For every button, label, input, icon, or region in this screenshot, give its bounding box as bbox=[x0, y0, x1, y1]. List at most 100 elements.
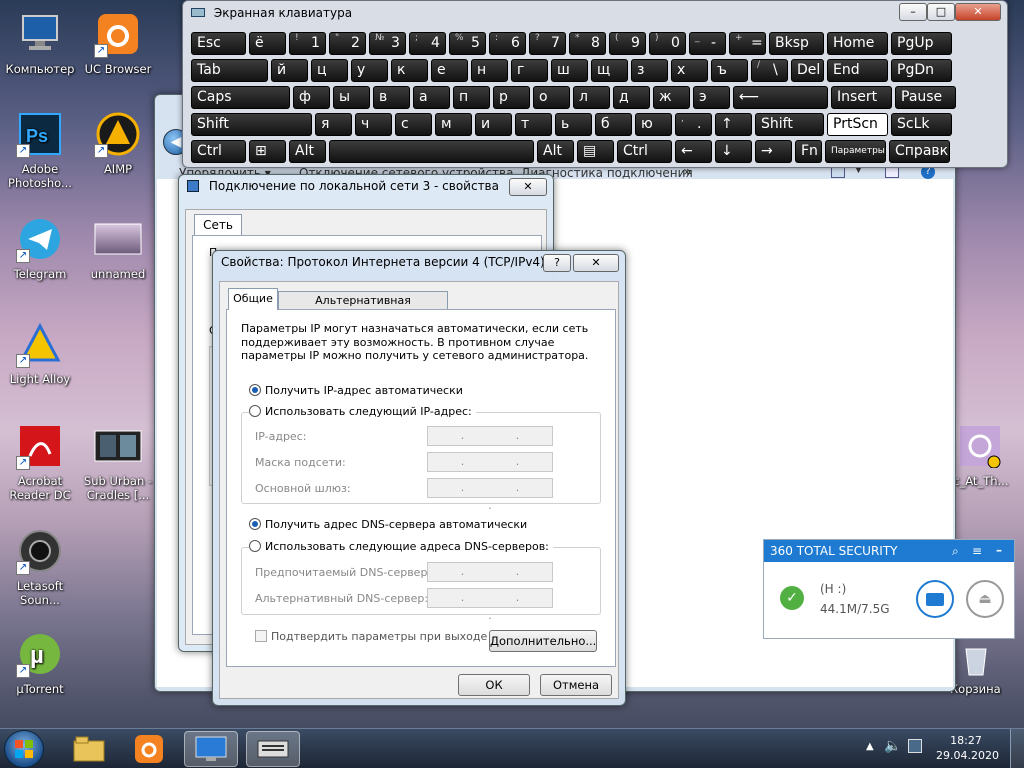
volume-icon[interactable]: 🔈 bbox=[884, 738, 901, 754]
key-→[interactable]: → bbox=[755, 140, 792, 163]
ok-button[interactable]: ОК bbox=[458, 674, 530, 696]
key-PgUp[interactable]: PgUp bbox=[891, 32, 952, 55]
key-ё[interactable]: ё bbox=[249, 32, 286, 55]
key-д[interactable]: д bbox=[613, 86, 650, 109]
key-ь[interactable]: ь bbox=[555, 113, 592, 136]
key-Del[interactable]: Del bbox=[791, 59, 824, 82]
key-space[interactable] bbox=[329, 140, 534, 163]
key-Alt[interactable]: Alt bbox=[537, 140, 574, 163]
help-button[interactable]: ? bbox=[543, 254, 571, 272]
key-Справка[interactable]: Справка bbox=[889, 140, 950, 163]
desktop-icon-unnamed[interactable]: unnamed bbox=[78, 215, 158, 281]
key-Ctrl[interactable]: Ctrl bbox=[191, 140, 246, 163]
key-▤[interactable]: ▤ bbox=[577, 140, 614, 163]
key-Bksp[interactable]: Bksp bbox=[769, 32, 824, 55]
desktop-icon-utorrent[interactable]: µ ↗ µTorrent bbox=[0, 630, 80, 696]
close-button[interactable]: ✕ bbox=[509, 178, 547, 196]
key-Home[interactable]: Home bbox=[827, 32, 888, 55]
key-9[interactable]: (9 bbox=[609, 32, 646, 55]
key-5[interactable]: % 5 bbox=[449, 32, 486, 55]
key-0[interactable]: ) 0 bbox=[649, 32, 686, 55]
key-\[interactable]: / \ bbox=[751, 59, 788, 82]
key-↑[interactable]: ↑ bbox=[715, 113, 752, 136]
key-ю[interactable]: ю bbox=[635, 113, 672, 136]
key-т[interactable]: т bbox=[515, 113, 552, 136]
key-б[interactable]: б bbox=[595, 113, 632, 136]
key-8[interactable]: * 8 bbox=[569, 32, 606, 55]
key-м[interactable]: м bbox=[435, 113, 472, 136]
network-tray-icon[interactable] bbox=[908, 739, 922, 753]
key-1[interactable]: ! 1 bbox=[289, 32, 326, 55]
tab-general[interactable]: Общие bbox=[228, 288, 278, 310]
taskbar-explorer[interactable] bbox=[62, 731, 116, 767]
key-↓[interactable]: ↓ bbox=[715, 140, 752, 163]
key-3[interactable]: № 3 bbox=[369, 32, 406, 55]
key-Shift[interactable]: Shift bbox=[755, 113, 824, 136]
advanced-button[interactable]: Дополнительно... bbox=[489, 630, 597, 652]
desktop-icon-music-file[interactable]: ic_At_Th... bbox=[950, 422, 1024, 488]
eject-button[interactable]: ⏏ bbox=[966, 580, 1004, 618]
manual-dns-radio[interactable]: Использовать следующие адреса DNS-сервер… bbox=[249, 540, 553, 553]
key-⊞[interactable]: ⊞ bbox=[249, 140, 286, 163]
key--[interactable]: _ - bbox=[689, 32, 726, 55]
minimize-button[interactable]: – bbox=[899, 3, 927, 21]
desktop-icon-recycle-bin[interactable]: Корзина bbox=[950, 640, 1024, 696]
key-п[interactable]: п bbox=[453, 86, 490, 109]
tab-network[interactable]: Сеть bbox=[194, 214, 242, 236]
key-л[interactable]: л bbox=[573, 86, 610, 109]
key-⟵[interactable]: ⟵ bbox=[733, 86, 828, 109]
close-button[interactable]: ✕ bbox=[573, 254, 619, 272]
key-PrtScn[interactable]: PrtScn bbox=[827, 113, 888, 136]
menu-icon[interactable]: ≡ bbox=[972, 540, 982, 562]
key-ъ[interactable]: ъ bbox=[711, 59, 748, 82]
desktop-icon-uc-browser[interactable]: ↗ UC Browser bbox=[78, 10, 158, 76]
start-button[interactable] bbox=[4, 730, 44, 768]
desktop-icon-computer[interactable]: Компьютер bbox=[0, 10, 80, 76]
key-Tab[interactable]: Tab bbox=[191, 59, 268, 82]
show-hidden-icons[interactable]: ▲ bbox=[866, 741, 874, 752]
key-ч[interactable]: ч bbox=[355, 113, 392, 136]
key-End[interactable]: End bbox=[827, 59, 888, 82]
desktop-icon-letasoft[interactable]: ↗ Letasoft Soun... bbox=[0, 527, 80, 607]
desktop-icon-telegram[interactable]: ↗ Telegram bbox=[0, 215, 80, 281]
key-щ[interactable]: щ bbox=[591, 59, 628, 82]
key-Shift[interactable]: Shift bbox=[191, 113, 312, 136]
clock[interactable]: 18:27 29.04.2020 bbox=[936, 733, 999, 763]
key-э[interactable]: э bbox=[693, 86, 730, 109]
alternate-dns-field[interactable]: . . . bbox=[427, 588, 553, 622]
desktop-icon-acrobat[interactable]: ↗ Acrobat Reader DC bbox=[0, 422, 80, 502]
show-desktop-button[interactable] bbox=[1010, 729, 1024, 768]
key-о[interactable]: о bbox=[533, 86, 570, 109]
preferred-dns-field[interactable]: . . . bbox=[427, 562, 553, 596]
key-Pause[interactable]: Pause bbox=[895, 86, 956, 109]
key-й[interactable]: й bbox=[271, 59, 308, 82]
key-Ctrl[interactable]: Ctrl bbox=[617, 140, 672, 163]
manual-ip-radio[interactable]: Использовать следующий IP-адрес: bbox=[249, 405, 476, 418]
key-и[interactable]: и bbox=[475, 113, 512, 136]
key-з[interactable]: з bbox=[631, 59, 668, 82]
close-button[interactable]: ✕ bbox=[955, 3, 1001, 21]
key-ы[interactable]: ы bbox=[333, 86, 370, 109]
key-←[interactable]: ← bbox=[675, 140, 712, 163]
key-=[interactable]: + = bbox=[729, 32, 766, 55]
key-в[interactable]: в bbox=[373, 86, 410, 109]
gateway-field[interactable]: . . . bbox=[427, 478, 553, 512]
key-ф[interactable]: ф bbox=[293, 86, 330, 109]
taskbar-uc-browser[interactable] bbox=[122, 731, 176, 767]
key-н[interactable]: н bbox=[471, 59, 508, 82]
key-ScLk[interactable]: ScLk bbox=[891, 113, 952, 136]
key-ш[interactable]: ш bbox=[551, 59, 588, 82]
key-р[interactable]: р bbox=[493, 86, 530, 109]
key-7[interactable]: ? 7 bbox=[529, 32, 566, 55]
auto-dns-radio[interactable]: Получить адрес DNS-сервера автоматически bbox=[249, 518, 527, 531]
key-х[interactable]: х bbox=[671, 59, 708, 82]
key-Alt[interactable]: Alt bbox=[289, 140, 326, 163]
desktop-icon-light-alloy[interactable]: ↗ Light Alloy bbox=[0, 320, 80, 386]
minimize-icon[interactable]: – bbox=[996, 539, 1002, 561]
key-6[interactable]: :6 bbox=[489, 32, 526, 55]
desktop-icon-sub-urban[interactable]: Sub Urban - Cradles [... bbox=[78, 422, 158, 502]
key-с[interactable]: с bbox=[395, 113, 432, 136]
desktop-icon-aimp[interactable]: ↗ AIMP bbox=[78, 110, 158, 176]
key-е[interactable]: е bbox=[431, 59, 468, 82]
subnet-mask-field[interactable]: . . . bbox=[427, 452, 553, 486]
